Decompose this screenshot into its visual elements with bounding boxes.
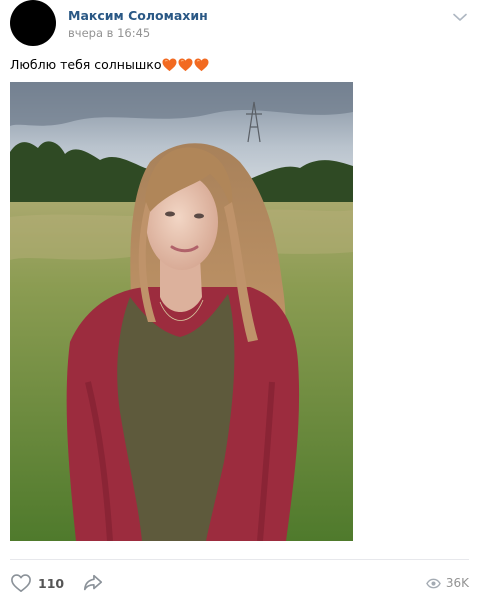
post-photo[interactable] [10,82,353,541]
orange-heart-emoji-icon [178,58,193,71]
chevron-down-icon [453,13,467,21]
photo-image [10,82,353,541]
like-count: 110 [38,575,65,591]
post-menu-button[interactable] [450,10,470,24]
post-text-content: Люблю тебя солнышко [10,57,162,72]
emoji-hearts [162,58,210,72]
orange-heart-emoji-icon [194,58,209,71]
post-timestamp[interactable]: вчера в 16:45 [68,26,150,40]
heart-outline-icon [11,574,31,592]
share-button[interactable] [82,572,104,594]
share-arrow-icon [83,574,103,591]
like-button[interactable]: 110 [10,571,64,595]
views-count: 36K [445,576,469,590]
eye-icon [426,578,441,588]
views-counter: 36K [426,575,469,591]
post-text: Люблю тебя солнышко [10,57,210,72]
footer-divider [10,559,469,560]
author-avatar[interactable] [10,0,56,46]
orange-heart-emoji-icon [162,58,177,71]
post-card: Максим Соломахин вчера в 16:45 Люблю теб… [0,0,477,602]
author-name-link[interactable]: Максим Соломахин [68,8,208,23]
